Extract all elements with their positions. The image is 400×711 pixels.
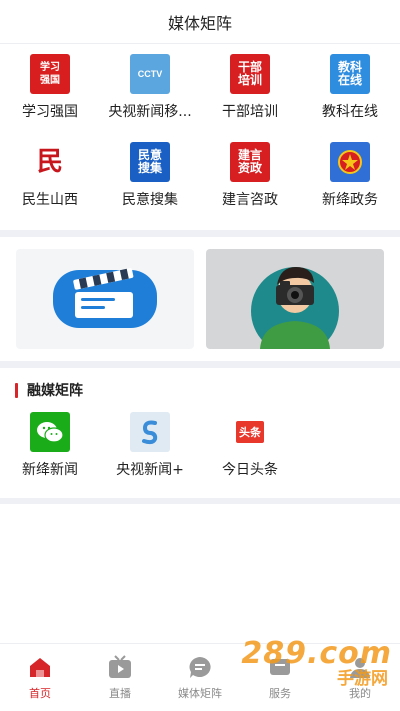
fusion-empty-cell [300,412,400,498]
section-separator [0,361,400,368]
app-label: 学习强国 [22,104,78,120]
photographer-banner[interactable] [206,249,384,349]
wechat-logo-icon [30,412,70,452]
government-emblem-icon [330,142,370,182]
camera-icon [251,267,339,349]
cadre-training-logo-icon: 干部 培训 [230,54,270,94]
education-online-logo-icon: 教科 在线 [330,54,370,94]
tab-home[interactable]: 首页 [0,644,80,711]
app-label: 建言咨政 [222,192,278,208]
matrix-app-public-opinion[interactable]: 民意 搜集 民意搜集 [100,142,200,230]
fusion-app-xinjiang-news[interactable]: 新绛新闻 [0,412,100,498]
tv-play-icon [107,654,133,680]
toutiao-glyph: 头条 [236,421,264,443]
section-separator [0,230,400,237]
section-separator [0,498,400,504]
matrix-app-xuexi[interactable]: 学习 强国 学习强国 [0,54,100,142]
public-opinion-logo-icon: 民意 搜集 [130,142,170,182]
matrix-app-education[interactable]: 教科 在线 教科在线 [300,54,400,142]
toutiao-logo-icon: 头条 [230,412,270,452]
tab-label: 首页 [29,687,51,700]
matrix-app-cadre-training[interactable]: 干部 培训 干部培训 [200,54,300,142]
chat-bubble-icon [187,654,213,680]
minsheng-shanxi-logo-icon: 民 [30,142,70,182]
fusion-app-cctv-plus[interactable]: 央视新闻+ [100,412,200,498]
app-label: 民意搜集 [122,192,178,208]
matrix-app-minsheng[interactable]: 民 民生山西 [0,142,100,230]
video-clapper-banner[interactable] [16,249,194,349]
section-title: 融媒矩阵 [27,383,83,399]
cctv-news-logo-icon: CCTV [130,54,170,94]
site-watermark-sub: 手游网 [337,669,388,689]
app-label: 今日头条 [222,462,278,478]
app-label: 央视新闻+ [116,462,184,478]
app-label: 民生山西 [22,192,78,208]
matrix-app-cctv[interactable]: CCTV 央视新闻移... [100,54,200,142]
matrix-app-advice[interactable]: 建言 资政 建言咨政 [200,142,300,230]
tab-media-matrix[interactable]: 媒体矩阵 [160,644,240,711]
cctv-plus-logo-icon [130,412,170,452]
media-matrix-grid: 学习 强国 学习强国 CCTV 央视新闻移... 干部 培训 干部培训 教科 在线 教… [0,44,400,230]
section-accent-bar [15,382,18,398]
page-title: 媒体矩阵 [167,13,232,33]
app-label: 干部培训 [222,104,278,120]
matrix-app-government[interactable]: 新绛政务 [300,142,400,230]
top-header: 媒体矩阵 [0,0,400,44]
app-label: 新绛政务 [322,192,378,208]
clapperboard-icon [53,268,157,328]
tab-label: 直播 [109,687,131,700]
app-label: 新绛新闻 [22,462,78,478]
tab-label: 媒体矩阵 [178,687,222,700]
tab-label: 服务 [269,687,291,700]
tab-live[interactable]: 直播 [80,644,160,711]
fusion-app-toutiao[interactable]: 头条 今日头条 [200,412,300,498]
xuexi-qiangguo-logo-icon: 学习 强国 [30,54,70,94]
app-label: 教科在线 [322,104,378,120]
fusion-section-header: 融媒矩阵 [0,368,400,412]
app-label: 央视新闻移... [108,104,192,120]
home-icon [27,654,53,680]
advice-logo-icon: 建言 资政 [230,142,270,182]
banner-row [0,237,400,361]
fusion-media-grid: 新绛新闻 央视新闻+ 头条 今日头条 [0,412,400,498]
